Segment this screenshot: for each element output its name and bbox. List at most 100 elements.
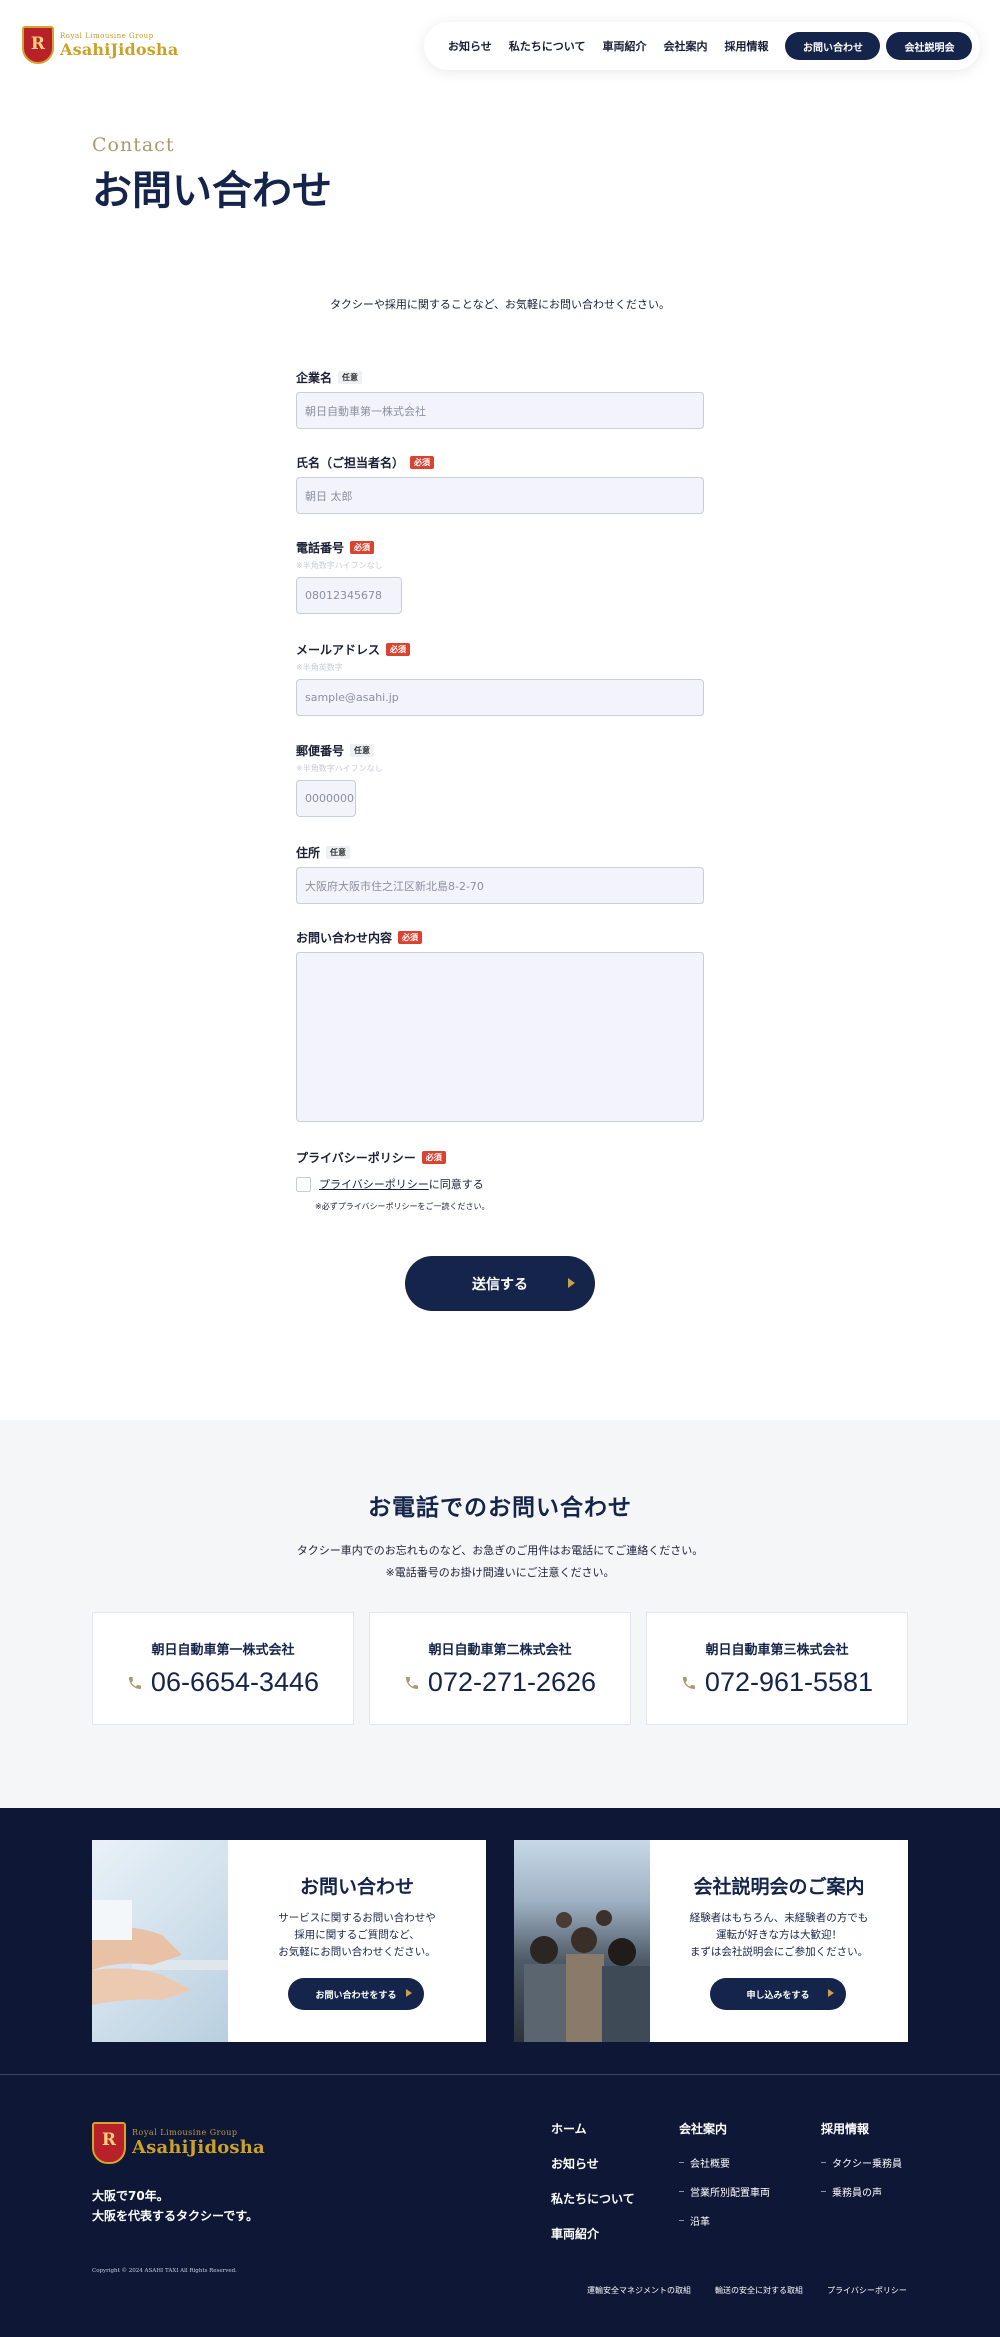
logo-title: AsahiJidosha: [132, 2137, 265, 2158]
postal-note: ※半角数字ハイフンなし: [296, 764, 383, 773]
main-nav: お知らせ 私たちについて 車両紹介 会社案内 採用情報 お問い合わせ 会社説明会: [424, 22, 980, 70]
form-row-name: 氏名（ご担当者名） 必須 朝日 太郎: [296, 453, 704, 514]
page-title: お問い合わせ: [92, 168, 332, 214]
footer-col-company: 会社案内 会社概要 営業所別配置車両 沿革: [679, 2120, 770, 2242]
footer-heading-recruit[interactable]: 採用情報: [821, 2120, 902, 2137]
form-row-postal: 郵便番号 任意 ※半角数字ハイフンなし 0000000: [296, 741, 704, 817]
optional-badge: 任意: [350, 743, 375, 757]
optional-badge: 任意: [338, 370, 363, 384]
footer-link-home[interactable]: ホーム: [551, 2120, 635, 2137]
privacy-policy-link[interactable]: プライバシーポリシー: [319, 1178, 429, 1191]
phone-desc-line: タクシー車内でのお忘れものなど、お急ぎのご用件はお電話にてご連絡ください。: [296, 1544, 704, 1557]
phone-number[interactable]: 072-961-5581: [705, 1667, 873, 1698]
nav-company[interactable]: 会社案内: [663, 38, 707, 54]
form-row-phone: 電話番号 必須 ※半角数字ハイフンなし 08012345678: [296, 538, 704, 614]
phone-input[interactable]: 08012345678: [296, 577, 402, 614]
page: { "header": { "logo_sub": "Royal Limousi…: [0, 0, 1000, 2337]
company-input[interactable]: 朝日自動車第一株式会社: [296, 392, 704, 429]
phone-icon: [682, 1676, 695, 1689]
site-header: R Royal Limousine Group AsahiJidosha お知ら…: [0, 0, 1000, 92]
nav-vehicles[interactable]: 車両紹介: [602, 38, 646, 54]
briefing-banner-button[interactable]: 申し込みをする: [710, 1978, 846, 2010]
name-input[interactable]: 朝日 太郎: [296, 477, 704, 514]
arrow-right-icon: [828, 1989, 834, 1997]
site-logo[interactable]: R Royal Limousine Group AsahiJidosha: [22, 26, 178, 64]
name-label: 氏名（ご担当者名）: [296, 455, 405, 470]
submit-button[interactable]: 送信する: [405, 1256, 595, 1311]
logo-crest-icon: R: [22, 26, 54, 64]
required-badge: 必須: [398, 930, 423, 944]
site-footer: お問い合わせ サービスに関するお問い合わせや 採用に関するご質問など、 お気軽に…: [0, 1808, 1000, 2337]
footer-link-transport-safety[interactable]: 輸送の安全に対する取組: [715, 2285, 803, 2296]
seminar-photo: [514, 1840, 650, 2042]
briefing-banner-title: 会社説明会のご案内: [693, 1876, 865, 1898]
form-row-privacy: プライバシーポリシー 必須 プライバシーポリシーに同意する ※必ずプライバシーポリ…: [296, 1148, 704, 1212]
footer-heading-company[interactable]: 会社案内: [679, 2120, 770, 2137]
email-input[interactable]: sample@asahi.jp: [296, 679, 704, 716]
form-row-inquiry: お問い合わせ内容 必須: [296, 928, 704, 1122]
postal-label: 郵便番号: [296, 743, 345, 758]
phone-card: 朝日自動車第二株式会社 072-271-2626: [369, 1612, 631, 1725]
nav-contact-button[interactable]: お問い合わせ: [785, 32, 881, 60]
footer-link-voices[interactable]: 乗務員の声: [832, 2184, 882, 2199]
phone-card-company: 朝日自動車第一株式会社: [151, 1643, 295, 1658]
address-input[interactable]: 大阪府大阪市住之江区新北島8-2-70: [296, 867, 704, 904]
contact-banner-button[interactable]: お問い合わせをする: [288, 1978, 424, 2010]
logo-subtitle: Royal Limousine Group: [60, 31, 154, 40]
footer-tagline: 大阪で70年。 大阪を代表するタクシーです。: [92, 2189, 259, 2223]
phone-desc-caution: ※電話番号のお掛け間違いにご注意ください。: [385, 1566, 615, 1579]
required-badge: 必須: [410, 455, 435, 469]
phone-card-company: 朝日自動車第三株式会社: [705, 1643, 849, 1658]
laptop-photo: [92, 1840, 228, 2042]
nav-about[interactable]: 私たちについて: [509, 38, 586, 54]
logo-crest-icon: R: [92, 2122, 126, 2164]
privacy-agree-text: に同意する: [428, 1178, 484, 1191]
phone-section-desc: タクシー車内でのお忘れものなど、お急ぎのご用件はお電話にてご連絡ください。 ※電…: [0, 1540, 1000, 1584]
footer-divider: [0, 2074, 1000, 2075]
phone-number[interactable]: 072-271-2626: [428, 1667, 596, 1698]
footer-link-safety-management[interactable]: 運輸安全マネジメントの取組: [587, 2285, 691, 2296]
footer-link-history[interactable]: 沿革: [690, 2213, 710, 2228]
phone-icon: [405, 1676, 418, 1689]
footer-link-overview[interactable]: 会社概要: [690, 2155, 730, 2170]
contact-banner[interactable]: お問い合わせ サービスに関するお問い合わせや 採用に関するご質問など、 お気軽に…: [92, 1840, 486, 2042]
arrow-right-icon: [568, 1278, 575, 1288]
footer-link-offices[interactable]: 営業所別配置車両: [690, 2184, 770, 2199]
footer-link-drivers[interactable]: タクシー乗務員: [832, 2155, 902, 2170]
optional-badge: 任意: [326, 845, 351, 859]
phone-contact-section: お電話でのお問い合わせ タクシー車内でのお忘れものなど、お急ぎのご用件はお電話に…: [0, 1420, 1000, 1808]
contact-intro: タクシーや採用に関することなど、お気軽にお問い合わせください。: [329, 298, 671, 311]
footer-link-about[interactable]: 私たちについて: [551, 2190, 635, 2207]
contact-banner-text: サービスに関するお問い合わせや 採用に関するご質問など、 お気軽にお問い合わせく…: [278, 1912, 436, 1958]
nav-briefing-button[interactable]: 会社説明会: [886, 32, 973, 60]
email-note: ※半角英数字: [296, 663, 343, 672]
email-label: メールアドレス: [296, 642, 381, 657]
phone-card-company: 朝日自動車第二株式会社: [428, 1643, 572, 1658]
nav-recruit[interactable]: 採用情報: [724, 38, 768, 54]
phone-number[interactable]: 06-6654-3446: [151, 1667, 319, 1698]
required-badge: 必須: [421, 1150, 446, 1164]
postal-input[interactable]: 0000000: [296, 780, 356, 817]
privacy-checkbox[interactable]: [296, 1176, 311, 1192]
submit-label: 送信する: [472, 1276, 528, 1293]
required-badge: 必須: [350, 540, 375, 554]
logo-subtitle: Royal Limousine Group: [132, 2128, 238, 2137]
form-row-address: 住所 任意 大阪府大阪市住之江区新北島8-2-70: [296, 843, 704, 904]
inquiry-textarea[interactable]: [296, 952, 704, 1122]
footer-logo[interactable]: R Royal Limousine Group AsahiJidosha: [92, 2122, 265, 2164]
inquiry-label: お問い合わせ内容: [296, 930, 393, 945]
phone-icon: [128, 1676, 141, 1689]
footer-link-privacy[interactable]: プライバシーポリシー: [827, 2285, 907, 2296]
footer-col-main: ホーム お知らせ 私たちについて 車両紹介: [551, 2120, 635, 2260]
footer-link-news[interactable]: お知らせ: [551, 2155, 635, 2172]
phone-label: 電話番号: [296, 540, 345, 555]
nav-news[interactable]: お知らせ: [448, 38, 492, 54]
contact-banner-title: お問い合わせ: [299, 1876, 414, 1898]
footer-link-vehicles[interactable]: 車両紹介: [551, 2225, 635, 2242]
footer-col-recruit: 採用情報 タクシー乗務員 乗務員の声: [821, 2120, 902, 2213]
briefing-banner[interactable]: 会社説明会のご案内 経験者はもちろん、未経験者の方でも 運転が好きな方は大歓迎！…: [514, 1840, 908, 2042]
form-row-email: メールアドレス 必須 ※半角英数字 sample@asahi.jp: [296, 640, 704, 716]
address-label: 住所: [296, 845, 321, 860]
briefing-banner-text: 経験者はもちろん、未経験者の方でも 運転が好きな方は大歓迎！ まずは会社説明会に…: [689, 1912, 869, 1958]
phone-card: 朝日自動車第一株式会社 06-6654-3446: [92, 1612, 354, 1725]
